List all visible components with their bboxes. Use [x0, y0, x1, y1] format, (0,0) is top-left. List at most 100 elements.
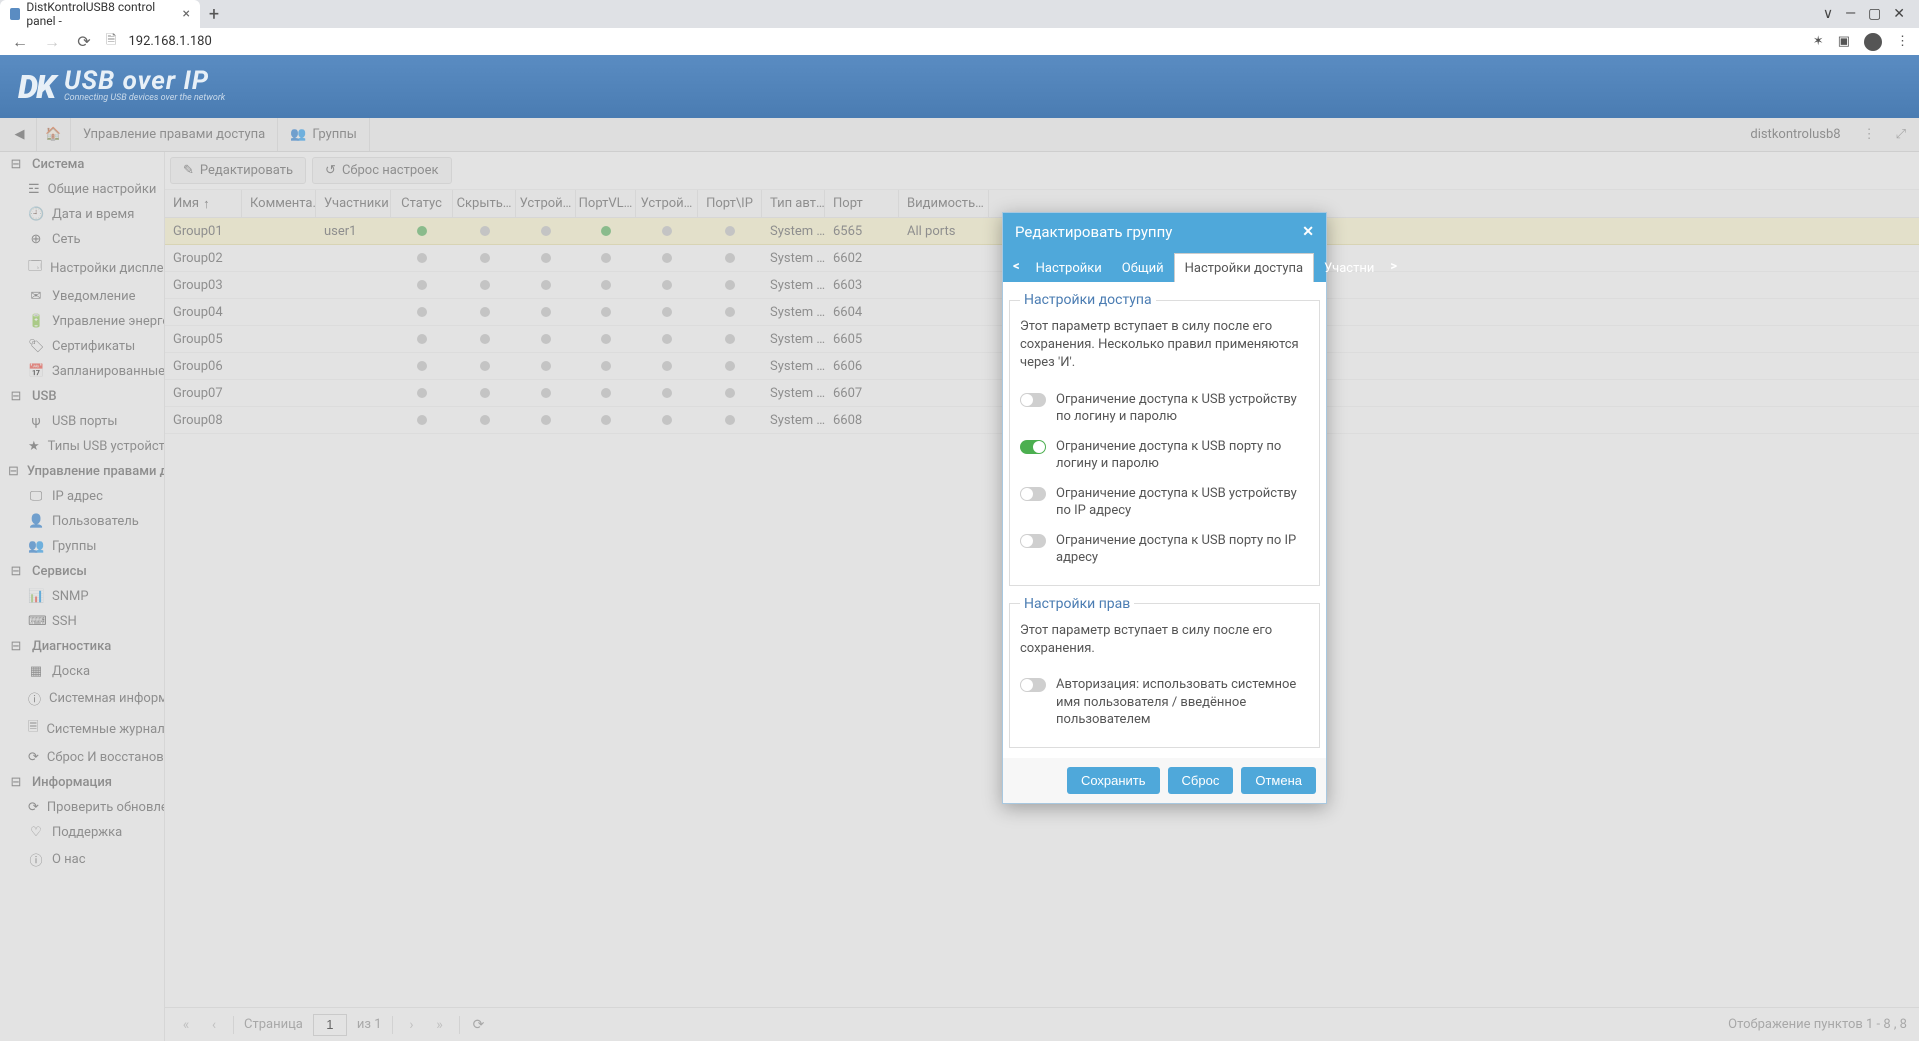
dialog-close-button[interactable]: ✕ — [1302, 224, 1314, 240]
pager-refresh-button[interactable]: ⟳ — [470, 1017, 488, 1033]
url-bar: ← → ⟳ 🗎 192.168.1.180 ✶ ▣ ⋮ — [0, 28, 1919, 55]
toggle-switch[interactable] — [1020, 534, 1046, 548]
panel-icon[interactable]: ▣ — [1838, 34, 1850, 49]
sidebar-item[interactable]: ♡Поддержка — [0, 820, 164, 845]
reset-button[interactable]: Сброс — [1168, 767, 1234, 794]
breadcrumb-access-rights[interactable]: Управление правами доступа — [71, 118, 278, 151]
cell-hide — [453, 326, 516, 352]
save-button[interactable]: Сохранить — [1067, 767, 1160, 794]
logo-sub-text: Connecting USB devices over the network — [64, 93, 225, 103]
chevron-down-icon[interactable]: ∨ — [1823, 6, 1833, 22]
col-device[interactable]: Устрой… — [516, 190, 576, 217]
sidebar-item[interactable]: ☲Общие настройки — [0, 177, 164, 202]
sidebar-section[interactable]: ⊟Сервисы — [0, 559, 164, 584]
pager-of-label: из 1 — [357, 1017, 382, 1032]
sidebar-item[interactable]: 🖵IP адрес — [0, 484, 164, 509]
sidebar-item[interactable]: 🔋Управление энергопотр — [0, 309, 164, 334]
tab-general[interactable]: Общий — [1112, 254, 1174, 282]
url-field[interactable]: 192.168.1.180 — [128, 31, 1800, 52]
reload-button[interactable]: ⟳ — [74, 32, 94, 51]
sidebar-item[interactable]: ⊕Сеть — [0, 227, 164, 252]
toggle-switch[interactable] — [1020, 487, 1046, 501]
sidebar-section[interactable]: ⊟Диагностика — [0, 634, 164, 659]
sidebar-item[interactable]: ⓘСистемная информация — [0, 684, 164, 713]
main-area: ⊟Система☲Общие настройки🕘Дата и время⊕Се… — [0, 152, 1919, 1041]
reset-settings-button[interactable]: ↺Сброс настроек — [312, 157, 451, 184]
breadcrumb-groups[interactable]: 👥Группы — [278, 118, 370, 151]
col-device2[interactable]: Устрой… — [636, 190, 698, 217]
col-status[interactable]: Статус — [391, 190, 453, 217]
window-close-button[interactable]: ✕ — [1893, 6, 1905, 22]
tab-access-settings[interactable]: Настройки доступа — [1174, 253, 1315, 282]
sidebar-item[interactable]: ⌨SSH — [0, 609, 164, 634]
sidebar-item[interactable]: ▦Доска — [0, 659, 164, 684]
tabs-scroll-left-button[interactable]: < — [1007, 250, 1026, 282]
col-visibility[interactable]: Видимость… — [899, 190, 989, 217]
sidebar-item[interactable]: ψUSB порты — [0, 409, 164, 434]
col-name[interactable]: Имя↑ — [165, 190, 242, 217]
sidebar-section[interactable]: ⊟USB — [0, 384, 164, 409]
pager-page-input[interactable] — [313, 1014, 347, 1036]
status-dot-gray-icon — [417, 280, 427, 290]
sidebar-item[interactable]: 🕘Дата и время — [0, 202, 164, 227]
pager-first-button[interactable]: « — [177, 1017, 195, 1033]
user-menu-button[interactable]: ⋮ — [1853, 127, 1886, 142]
fullscreen-button[interactable]: ⤢ — [1886, 127, 1916, 142]
dialog-header[interactable]: Редактировать группу ✕ — [1003, 213, 1326, 250]
pager-next-button[interactable]: › — [403, 1017, 421, 1033]
sidebar-section[interactable]: ⊟Информация — [0, 770, 164, 795]
browser-tab[interactable]: DistKontrolUSB8 control panel - × — [0, 0, 200, 28]
status-dot-gray-icon — [417, 253, 427, 263]
sidebar-item[interactable]: 🗏Системные журналы — [0, 713, 164, 745]
sidebar-item-label: Системные журналы — [46, 722, 165, 737]
pager-prev-button[interactable]: ‹ — [205, 1017, 223, 1033]
col-users[interactable]: Участники — [316, 190, 391, 217]
window-maximize-button[interactable]: ▢ — [1868, 6, 1881, 22]
edit-button[interactable]: ✎Редактировать — [170, 157, 306, 184]
col-comment[interactable]: Коммента… — [242, 190, 316, 217]
forward-button[interactable]: → — [42, 32, 62, 52]
home-button[interactable]: 🏠 — [37, 118, 71, 151]
status-dot-gray-icon — [725, 253, 735, 263]
browser-menu-icon[interactable]: ⋮ — [1896, 34, 1909, 49]
sidebar-section[interactable]: ⊟Система — [0, 152, 164, 177]
tabs-scroll-right-button[interactable]: > — [1384, 250, 1403, 282]
pager-last-button[interactable]: » — [431, 1017, 449, 1033]
sidebar-item-label: Типы USB устройств — [48, 439, 165, 454]
sidebar-item[interactable]: ⟳Сброс И восстановление — [0, 745, 164, 770]
cancel-button[interactable]: Отмена — [1241, 767, 1316, 794]
toggle-switch[interactable] — [1020, 393, 1046, 407]
window-minimize-button[interactable]: — — [1845, 6, 1856, 22]
cell-port: 6606 — [825, 353, 899, 379]
sidebar-item[interactable]: ✉Уведомление — [0, 284, 164, 309]
site-info-icon[interactable]: 🗎 — [106, 31, 116, 53]
sidebar-item[interactable]: 👥Группы — [0, 534, 164, 559]
back-button[interactable]: ← — [10, 32, 30, 52]
sidebar-item[interactable]: ★Типы USB устройств — [0, 434, 164, 459]
col-port-vlan[interactable]: ПортVL… — [576, 190, 636, 217]
cell-status — [391, 218, 453, 244]
col-hide[interactable]: Скрыть… — [453, 190, 516, 217]
tab-close-icon[interactable]: × — [183, 6, 190, 22]
sidebar-item-icon: 🕘 — [28, 207, 44, 222]
extensions-icon[interactable]: ✶ — [1813, 34, 1824, 49]
sidebar-section[interactable]: ⊟Управление правами досту — [0, 459, 164, 484]
col-port[interactable]: Порт — [825, 190, 899, 217]
sidebar-item[interactable]: 👤Пользователь — [0, 509, 164, 534]
tab-settings[interactable]: Настройки — [1026, 254, 1112, 282]
sidebar-item[interactable]: 📅Запланированные задан — [0, 359, 164, 384]
toggle-switch[interactable] — [1020, 678, 1046, 692]
col-port-ip[interactable]: Порт\IP — [698, 190, 762, 217]
sidebar-item-icon: 📊 — [28, 589, 44, 604]
toggle-switch[interactable] — [1020, 440, 1046, 454]
sidebar-item[interactable]: ⟳Проверить обновления — [0, 795, 164, 820]
collapse-sidebar-button[interactable]: ◀ — [3, 118, 37, 151]
new-tab-button[interactable]: + — [200, 0, 228, 28]
sidebar-item[interactable]: 📊SNMP — [0, 584, 164, 609]
sidebar-item[interactable]: 🗔Настройки дисплея — [0, 252, 164, 284]
sidebar-item[interactable]: 🏷Сертификаты — [0, 334, 164, 359]
tab-members[interactable]: Участни — [1314, 254, 1384, 282]
sidebar-item[interactable]: ⓘО нас — [0, 845, 164, 874]
avatar-icon[interactable] — [1864, 33, 1882, 51]
col-auth-type[interactable]: Тип авт… — [762, 190, 825, 217]
